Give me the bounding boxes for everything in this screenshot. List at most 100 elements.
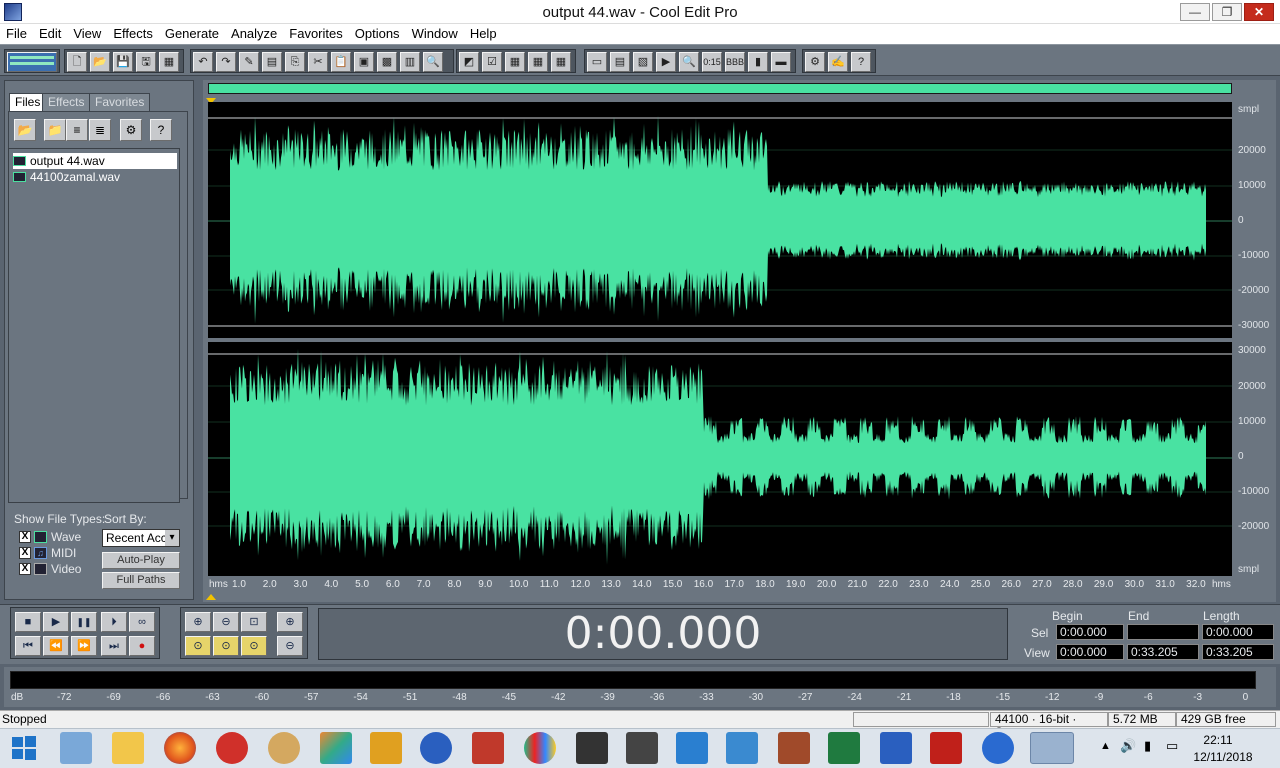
clock-time[interactable]: 22:11 (1188, 733, 1248, 747)
zoom-out-vertical-icon[interactable]: ⊖ (277, 636, 303, 656)
view-length-field[interactable]: 0:33.205 (1202, 644, 1274, 660)
midi-type-checkbox[interactable]: X (19, 547, 31, 559)
menu-help[interactable]: Help (464, 24, 503, 43)
fast-forward-button[interactable]: ⏩ (71, 636, 97, 656)
thunderbird-icon[interactable] (982, 732, 1014, 764)
file-explorer-icon[interactable] (112, 732, 144, 764)
save-as-icon[interactable]: 🖫 (136, 52, 156, 72)
chip-app-icon[interactable] (626, 732, 658, 764)
spectral-view-icon[interactable]: ◩ (459, 52, 479, 72)
multitrack-toggle-button[interactable] (7, 52, 57, 72)
menu-window[interactable]: Window (406, 24, 464, 43)
toggle-info-icon[interactable]: ▧ (633, 52, 653, 72)
invader-app-icon[interactable] (576, 732, 608, 764)
play-to-end-button[interactable]: ⏵ (101, 612, 127, 632)
c64-app-icon[interactable] (420, 732, 452, 764)
zoom-in-horizontal-icon[interactable]: ⊕ (185, 612, 211, 632)
window-app-icon[interactable] (726, 732, 758, 764)
undo-icon[interactable]: ↶ (193, 52, 213, 72)
toggle-transport-icon[interactable]: ▶ (656, 52, 676, 72)
open-file-icon[interactable]: 📂 (90, 52, 110, 72)
view-begin-field[interactable]: 0:00.000 (1056, 644, 1124, 660)
menu-options[interactable]: Options (349, 24, 406, 43)
record-button[interactable]: ● (129, 636, 155, 656)
channel-divider[interactable] (208, 338, 1232, 342)
level-meter-bar[interactable] (10, 671, 1256, 689)
paste-new-icon[interactable]: ▣ (354, 52, 374, 72)
help-icon[interactable]: ? (851, 52, 871, 72)
zoom-selection-icon[interactable]: ⊙ (241, 636, 267, 656)
battery-icon[interactable]: ▮ (1144, 738, 1151, 754)
play-button[interactable]: ▶ (43, 612, 69, 632)
zoom-full-icon[interactable]: ⊡ (241, 612, 267, 632)
toggle-time-icon[interactable]: 0:15 (702, 52, 722, 72)
toggle-status-icon[interactable]: ▬ (771, 52, 791, 72)
open-icon[interactable]: 📂 (14, 119, 36, 141)
zoom-out-horizontal-icon[interactable]: ⊖ (213, 612, 239, 632)
organizer-help-icon[interactable]: ? (150, 119, 172, 141)
steem-app-icon[interactable] (472, 732, 504, 764)
overview-bar[interactable] (208, 83, 1232, 94)
paste-icon[interactable]: 📋 (331, 52, 351, 72)
toggle-levels-icon[interactable]: ▮ (748, 52, 768, 72)
folder-icon[interactable]: 📁 (44, 119, 66, 141)
find-icon[interactable]: 🔍 (423, 52, 443, 72)
zoom-in-vertical-icon[interactable]: ⊕ (277, 612, 303, 632)
redo-icon[interactable]: ↷ (216, 52, 236, 72)
list-item[interactable]: output 44.wav (13, 153, 177, 169)
m-app-icon[interactable] (676, 732, 708, 764)
full-paths-button[interactable]: Full Paths (102, 572, 180, 589)
rewind-button[interactable]: ⏪ (43, 636, 69, 656)
volume-icon[interactable]: 🔊 (1120, 738, 1136, 754)
menu-edit[interactable]: Edit (33, 24, 67, 43)
loop-button[interactable]: ∞ (129, 612, 155, 632)
scripts-icon[interactable]: ✍ (828, 52, 848, 72)
grid-green-icon[interactable]: ▦ (505, 52, 525, 72)
cut-icon[interactable]: ✂ (308, 52, 328, 72)
toggle-selection-icon[interactable]: BBB (725, 52, 745, 72)
network-icon[interactable]: ▭ (1166, 738, 1178, 754)
paint-app-icon[interactable] (320, 732, 352, 764)
repeat-icon[interactable]: ✎ (239, 52, 259, 72)
mix-paste-icon[interactable]: ▩ (377, 52, 397, 72)
filezilla-icon[interactable] (930, 732, 962, 764)
color-app-icon[interactable] (524, 732, 556, 764)
menu-effects[interactable]: Effects (107, 24, 159, 43)
bag-app-icon[interactable] (778, 732, 810, 764)
menu-generate[interactable]: Generate (159, 24, 225, 43)
clock-date[interactable]: 12/11/2018 (1188, 750, 1258, 764)
file-list[interactable]: output 44.wav 44100zamal.wav (8, 148, 180, 503)
excel-icon[interactable] (828, 732, 860, 764)
tab-effects[interactable]: Effects (42, 93, 91, 111)
save-icon[interactable]: 💾 (113, 52, 133, 72)
toggle-zoom-icon[interactable]: 🔍 (679, 52, 699, 72)
pause-button[interactable]: ❚❚ (71, 612, 97, 632)
playhead-marker-bottom[interactable] (206, 594, 216, 600)
trim-icon[interactable]: ▥ (400, 52, 420, 72)
zoom-left-icon[interactable]: ⊙ (185, 636, 211, 656)
auto-play-button[interactable]: Auto-Play (102, 552, 180, 569)
go-to-start-button[interactable]: ⏮ (15, 636, 41, 656)
go-to-end-button[interactable]: ⏭ (101, 636, 127, 656)
minimize-button[interactable]: — (1180, 3, 1210, 21)
list-item[interactable]: 44100zamal.wav (13, 169, 177, 185)
text-editor-icon[interactable] (60, 732, 92, 764)
t-app-icon[interactable] (216, 732, 248, 764)
grid-blue-icon[interactable]: ▦ (551, 52, 571, 72)
wave-type-checkbox[interactable]: X (19, 531, 31, 543)
snap-icon[interactable]: ☑ (482, 52, 502, 72)
k-app-icon[interactable] (268, 732, 300, 764)
sort-by-select[interactable]: Recent Acc ▾ (102, 529, 180, 547)
sel-length-field[interactable]: 0:00.000 (1202, 624, 1274, 640)
new-file-icon[interactable]: 🗋 (67, 52, 87, 72)
grid-multi-icon[interactable]: ▦ (528, 52, 548, 72)
close-file-icon[interactable]: ≣ (89, 119, 111, 141)
menu-favorites[interactable]: Favorites (283, 24, 348, 43)
restore-button[interactable]: ❐ (1212, 3, 1242, 21)
sel-end-field[interactable] (1127, 624, 1199, 640)
settings-icon[interactable]: ⚙ (805, 52, 825, 72)
cool-edit-taskbar-icon[interactable] (1030, 732, 1074, 764)
tray-chevron-icon[interactable]: ▲ (1100, 740, 1111, 752)
video-type-checkbox[interactable]: X (19, 563, 31, 575)
toggle-cue-icon[interactable]: ▤ (610, 52, 630, 72)
